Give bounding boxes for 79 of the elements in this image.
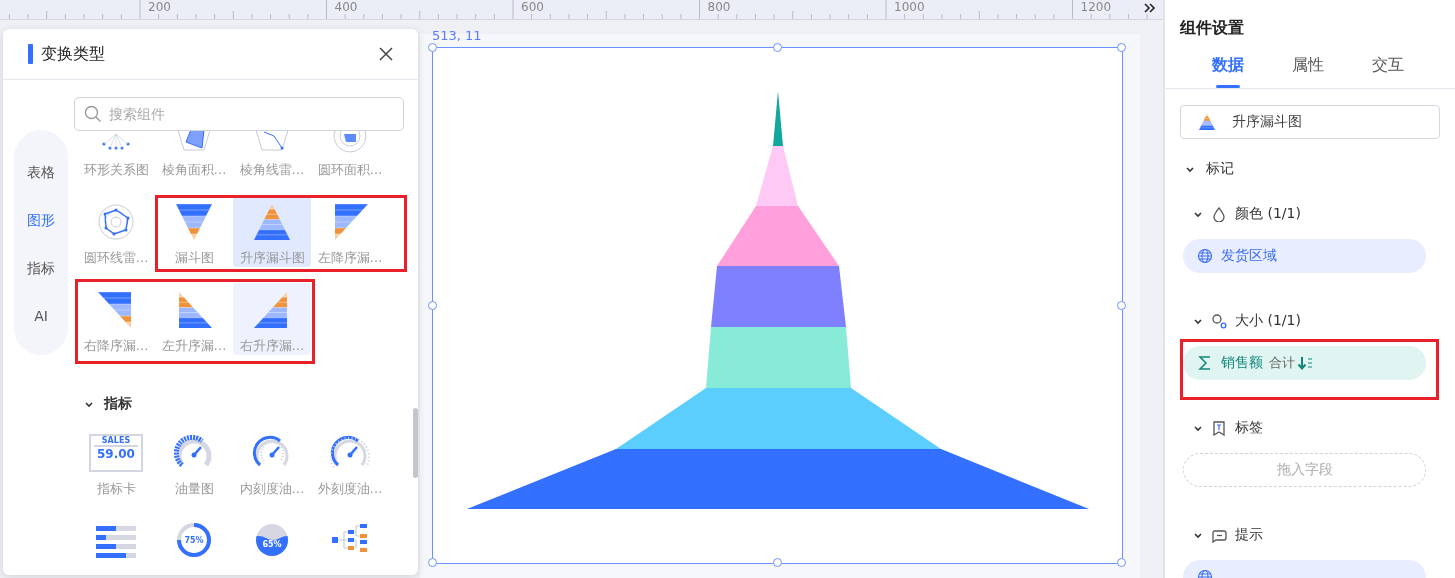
resize-handle[interactable]	[428, 300, 437, 310]
chevron-icon[interactable]	[1185, 164, 1195, 174]
ruler-label: 1200	[1080, 0, 1112, 14]
field-pill[interactable]: 发货区域	[1183, 239, 1426, 273]
resize-handle[interactable]	[772, 43, 782, 52]
search-field[interactable]: 搜索组件	[74, 97, 404, 131]
percent-label: 75%	[183, 535, 205, 545]
drop-icon	[1211, 206, 1227, 222]
chart-type-option[interactable]: 漏斗图	[155, 195, 233, 267]
speech-bubble-icon	[1211, 527, 1227, 543]
caption-text: SALES	[100, 438, 132, 444]
chevron-icon[interactable]	[1193, 316, 1203, 326]
field-name: 发货区域	[1221, 247, 1277, 265]
chart-type-option[interactable]: 环形关系图	[77, 131, 155, 179]
encoding-label: 颜色 (1/1)	[1235, 205, 1301, 223]
search-icon	[84, 105, 102, 123]
chart-type-option[interactable]: SALES 59.00 指标卡	[77, 426, 155, 498]
ruler-label: 600	[521, 0, 544, 14]
close-icon[interactable]	[378, 46, 394, 62]
resize-handle[interactable]	[428, 558, 437, 567]
chart-type-option[interactable]: 棱角面积…	[155, 131, 233, 179]
encoding-label: 提示	[1235, 526, 1263, 544]
chart-type-option[interactable]: 油量图	[155, 426, 233, 498]
ruler-label: 800	[707, 0, 731, 14]
chevron-icon[interactable]	[84, 399, 94, 409]
sigma-icon	[1197, 355, 1213, 371]
resize-handle[interactable]	[1117, 43, 1126, 52]
category-tab[interactable]: 表格	[14, 148, 68, 196]
funnel-chart-icon	[1198, 113, 1216, 131]
chart-type-option[interactable]: 左降序漏…	[311, 195, 389, 267]
bookmark-icon	[1211, 420, 1227, 436]
chart-type-option[interactable]: 升序漏斗图	[233, 195, 311, 267]
resize-handle[interactable]	[1117, 300, 1126, 310]
chart-type-option[interactable]: 左升序漏…	[155, 283, 233, 355]
sort-descending-icon[interactable]	[1297, 356, 1313, 370]
chart-type-select[interactable]: 升序漏斗图	[1180, 105, 1440, 139]
panel-title: 组件设置	[1180, 18, 1245, 39]
encoding-label: 标签	[1235, 419, 1263, 437]
chart-type-option[interactable]: 棱角线雷…	[233, 131, 311, 179]
polar-chart-icon	[96, 202, 136, 242]
chart-type-option[interactable]: 右降序漏…	[77, 283, 155, 355]
circles-icon	[1211, 313, 1227, 329]
category-tab[interactable]: 图形	[14, 196, 68, 244]
field-name: 销售额	[1221, 354, 1263, 372]
title-accent-bar	[28, 44, 33, 64]
value-text: 59.00	[94, 445, 138, 461]
resize-handle[interactable]	[1117, 558, 1126, 567]
settings-tab[interactable]: 属性	[1268, 52, 1348, 88]
category-tab[interactable]: 指标	[14, 244, 68, 292]
settings-tab[interactable]: 交互	[1348, 52, 1428, 88]
chart-type-option[interactable]: 圆环面积…	[311, 131, 389, 179]
dialog-title: 变换类型	[41, 43, 106, 65]
category-tab[interactable]: AI	[14, 292, 68, 340]
chart-type-option[interactable]: 外刻度油…	[311, 426, 389, 498]
chart-type-option[interactable]: 内刻度油…	[233, 426, 311, 498]
chart-type-option[interactable]: 65%	[233, 514, 311, 562]
ring-chart-icon	[174, 520, 214, 560]
ruler-label: 200	[148, 0, 171, 14]
chart-type-option[interactable]: 右升序漏…	[233, 283, 311, 355]
scrollbar-thumb[interactable]	[413, 408, 418, 478]
field-pill[interactable]: 销售额 合计	[1183, 346, 1426, 380]
chart-type-option[interactable]: 75%	[155, 514, 233, 562]
chevron-icon[interactable]	[1193, 209, 1203, 219]
aggregation-label: 合计	[1269, 354, 1295, 372]
resize-handle[interactable]	[772, 558, 782, 567]
globe-icon	[1197, 248, 1213, 264]
position-label: 513, 11	[432, 28, 482, 43]
chart-type-option[interactable]: 圆环线雷…	[77, 195, 155, 267]
resize-handle[interactable]	[428, 43, 437, 52]
section-title: 指标	[104, 395, 132, 413]
encoding-label: 大小 (1/1)	[1235, 312, 1301, 330]
percent-label: 65%	[261, 539, 283, 549]
ruler-label: 1000	[894, 0, 925, 14]
collapse-icon[interactable]	[1143, 1, 1157, 15]
section-title: 标记	[1206, 160, 1234, 178]
settings-tab[interactable]: 数据	[1188, 52, 1268, 88]
ruler-label: 400	[334, 0, 358, 14]
chevron-icon[interactable]	[1193, 530, 1203, 540]
chevron-icon[interactable]	[1193, 423, 1203, 433]
